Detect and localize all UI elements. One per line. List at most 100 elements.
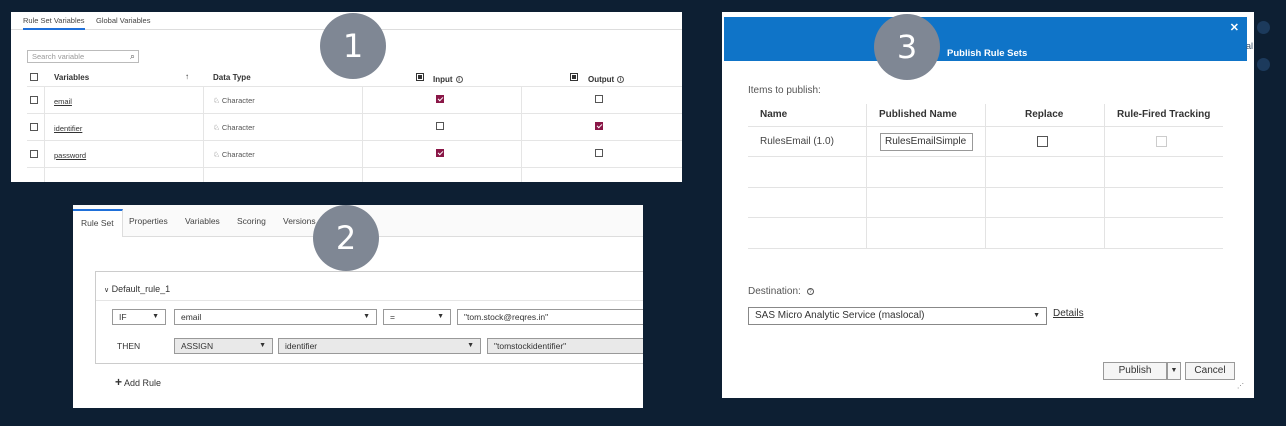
character-type-icon: ♘ bbox=[213, 123, 220, 132]
tab-rule-set-variables[interactable]: Rule Set Variables bbox=[23, 16, 85, 30]
input-checkbox[interactable] bbox=[436, 95, 444, 103]
details-link[interactable]: Details bbox=[1053, 308, 1084, 319]
data-type-label: Character bbox=[221, 150, 255, 159]
column-output: Output i bbox=[588, 75, 625, 84]
destination-select[interactable]: SAS Micro Analytic Service (maslocal) ▼ bbox=[748, 307, 1047, 325]
step-badge-3: 3 bbox=[874, 14, 940, 80]
data-type-label: Character bbox=[221, 123, 255, 132]
divider bbox=[748, 248, 1223, 249]
divider bbox=[27, 167, 682, 168]
data-type-cell: ♘ Character bbox=[213, 123, 255, 132]
background-dot bbox=[1257, 58, 1270, 71]
tab-rule-set[interactable]: Rule Set bbox=[73, 209, 123, 237]
divider bbox=[96, 300, 643, 301]
destination-label-text: Destination: bbox=[748, 286, 801, 297]
add-rule-button[interactable]: + Add Rule bbox=[115, 375, 161, 389]
divider bbox=[1104, 104, 1105, 248]
dropdown-arrow-icon: ▼ bbox=[259, 342, 266, 349]
select-value: = bbox=[390, 312, 395, 322]
plus-icon: + bbox=[115, 375, 123, 389]
dropdown-arrow-icon: ▼ bbox=[467, 342, 474, 349]
select-value: email bbox=[181, 312, 202, 322]
close-icon[interactable]: ✕ bbox=[1230, 21, 1239, 34]
output-select-all-checkbox[interactable] bbox=[570, 73, 578, 81]
dropdown-arrow-icon: ▼ bbox=[1033, 312, 1040, 319]
chevron-down-icon[interactable]: ∨ bbox=[104, 287, 109, 294]
divider bbox=[203, 86, 204, 182]
destination-value: SAS Micro Analytic Service (maslocal) bbox=[755, 310, 925, 321]
row-checkbox[interactable] bbox=[30, 150, 38, 158]
column-data-type[interactable]: Data Type bbox=[213, 73, 251, 82]
item-name: RulesEmail (1.0) bbox=[760, 136, 834, 147]
action-select[interactable]: ASSIGN ▼ bbox=[174, 338, 273, 354]
select-value: ASSIGN bbox=[181, 341, 214, 351]
divider bbox=[866, 104, 867, 248]
row-checkbox[interactable] bbox=[30, 123, 38, 131]
step-badge-2: 2 bbox=[313, 205, 379, 271]
input-checkbox[interactable] bbox=[436, 122, 444, 130]
publish-options-dropdown[interactable]: ▼ bbox=[1167, 362, 1181, 380]
tab-properties[interactable]: Properties bbox=[129, 216, 168, 226]
rule-header[interactable]: ∨ Default_rule_1 bbox=[104, 284, 170, 294]
column-output-label: Output bbox=[588, 75, 615, 84]
divider bbox=[27, 140, 682, 141]
cancel-button[interactable]: Cancel bbox=[1185, 362, 1235, 380]
add-rule-label: Add Rule bbox=[124, 378, 162, 388]
tab-variables[interactable]: Variables bbox=[185, 216, 220, 226]
tab-scoring[interactable]: Scoring bbox=[237, 216, 266, 226]
output-checkbox[interactable] bbox=[595, 95, 603, 103]
rule-fired-tracking-checkbox bbox=[1156, 136, 1167, 147]
dropdown-arrow-icon: ▼ bbox=[437, 313, 444, 320]
divider bbox=[44, 86, 45, 182]
select-all-checkbox[interactable] bbox=[30, 73, 38, 81]
replace-checkbox[interactable] bbox=[1037, 136, 1048, 147]
character-type-icon: ♘ bbox=[213, 150, 220, 159]
tab-versions[interactable]: Versions bbox=[283, 216, 316, 226]
chevron-down-icon: ▼ bbox=[1170, 367, 1178, 374]
column-published-name: Published Name bbox=[879, 109, 957, 120]
publish-button[interactable]: Publish bbox=[1103, 362, 1167, 380]
rule-name: Default_rule_1 bbox=[111, 284, 171, 294]
select-value: IF bbox=[119, 312, 127, 322]
divider bbox=[362, 86, 363, 182]
destination-label: Destination:? bbox=[748, 286, 814, 297]
data-type-cell: ♘ Character bbox=[213, 150, 255, 159]
info-icon[interactable]: i bbox=[455, 76, 463, 84]
publish-dialog: ✕ Publish Rule Sets Items to publish: Na… bbox=[722, 12, 1254, 398]
condition-keyword-select[interactable]: IF ▼ bbox=[112, 309, 166, 325]
search-icon[interactable]: ⌕ bbox=[130, 51, 135, 62]
variable-link-email[interactable]: email bbox=[54, 97, 72, 106]
row-checkbox[interactable] bbox=[30, 96, 38, 104]
input-checkbox[interactable] bbox=[436, 149, 444, 157]
output-checkbox[interactable] bbox=[595, 149, 603, 157]
items-to-publish-label: Items to publish: bbox=[748, 85, 821, 96]
background-text: al bbox=[1246, 41, 1254, 51]
tab-global-variables[interactable]: Global Variables bbox=[96, 16, 150, 25]
column-name: Name bbox=[760, 109, 788, 120]
then-keyword: THEN bbox=[117, 341, 141, 351]
column-input: Input i bbox=[433, 75, 463, 84]
input-select-all-checkbox[interactable] bbox=[416, 73, 424, 81]
dialog-titlebar: ✕ Publish Rule Sets bbox=[724, 17, 1247, 61]
data-type-cell: ♘ Character bbox=[213, 96, 255, 105]
output-checkbox[interactable] bbox=[595, 122, 603, 130]
dropdown-arrow-icon: ▼ bbox=[363, 313, 370, 320]
assign-variable-select[interactable]: identifier ▼ bbox=[278, 338, 481, 354]
column-variables[interactable]: Variables bbox=[54, 73, 89, 82]
data-type-label: Character bbox=[221, 96, 255, 105]
info-icon[interactable]: ? bbox=[806, 287, 814, 295]
condition-variable-select[interactable]: email ▼ bbox=[174, 309, 377, 325]
column-replace: Replace bbox=[1025, 109, 1064, 120]
published-name-input[interactable]: RulesEmailSimple bbox=[880, 133, 973, 151]
resize-handle-icon[interactable]: ⋰ bbox=[1237, 382, 1244, 390]
condition-value-input[interactable]: "tom.stock@reqres.in" bbox=[457, 309, 643, 325]
info-icon[interactable]: i bbox=[617, 76, 625, 84]
search-variable-input[interactable]: Search variable ⌕ bbox=[27, 50, 139, 63]
character-type-icon: ♘ bbox=[213, 96, 220, 105]
operator-select[interactable]: = ▼ bbox=[383, 309, 451, 325]
variable-link-password[interactable]: password bbox=[54, 151, 86, 160]
sort-ascending-icon[interactable]: ↑ bbox=[185, 72, 189, 81]
variable-link-identifier[interactable]: identifier bbox=[54, 124, 82, 133]
assign-value-input[interactable]: "tomstockidentifier" bbox=[487, 338, 643, 354]
background-dot bbox=[1257, 21, 1270, 34]
